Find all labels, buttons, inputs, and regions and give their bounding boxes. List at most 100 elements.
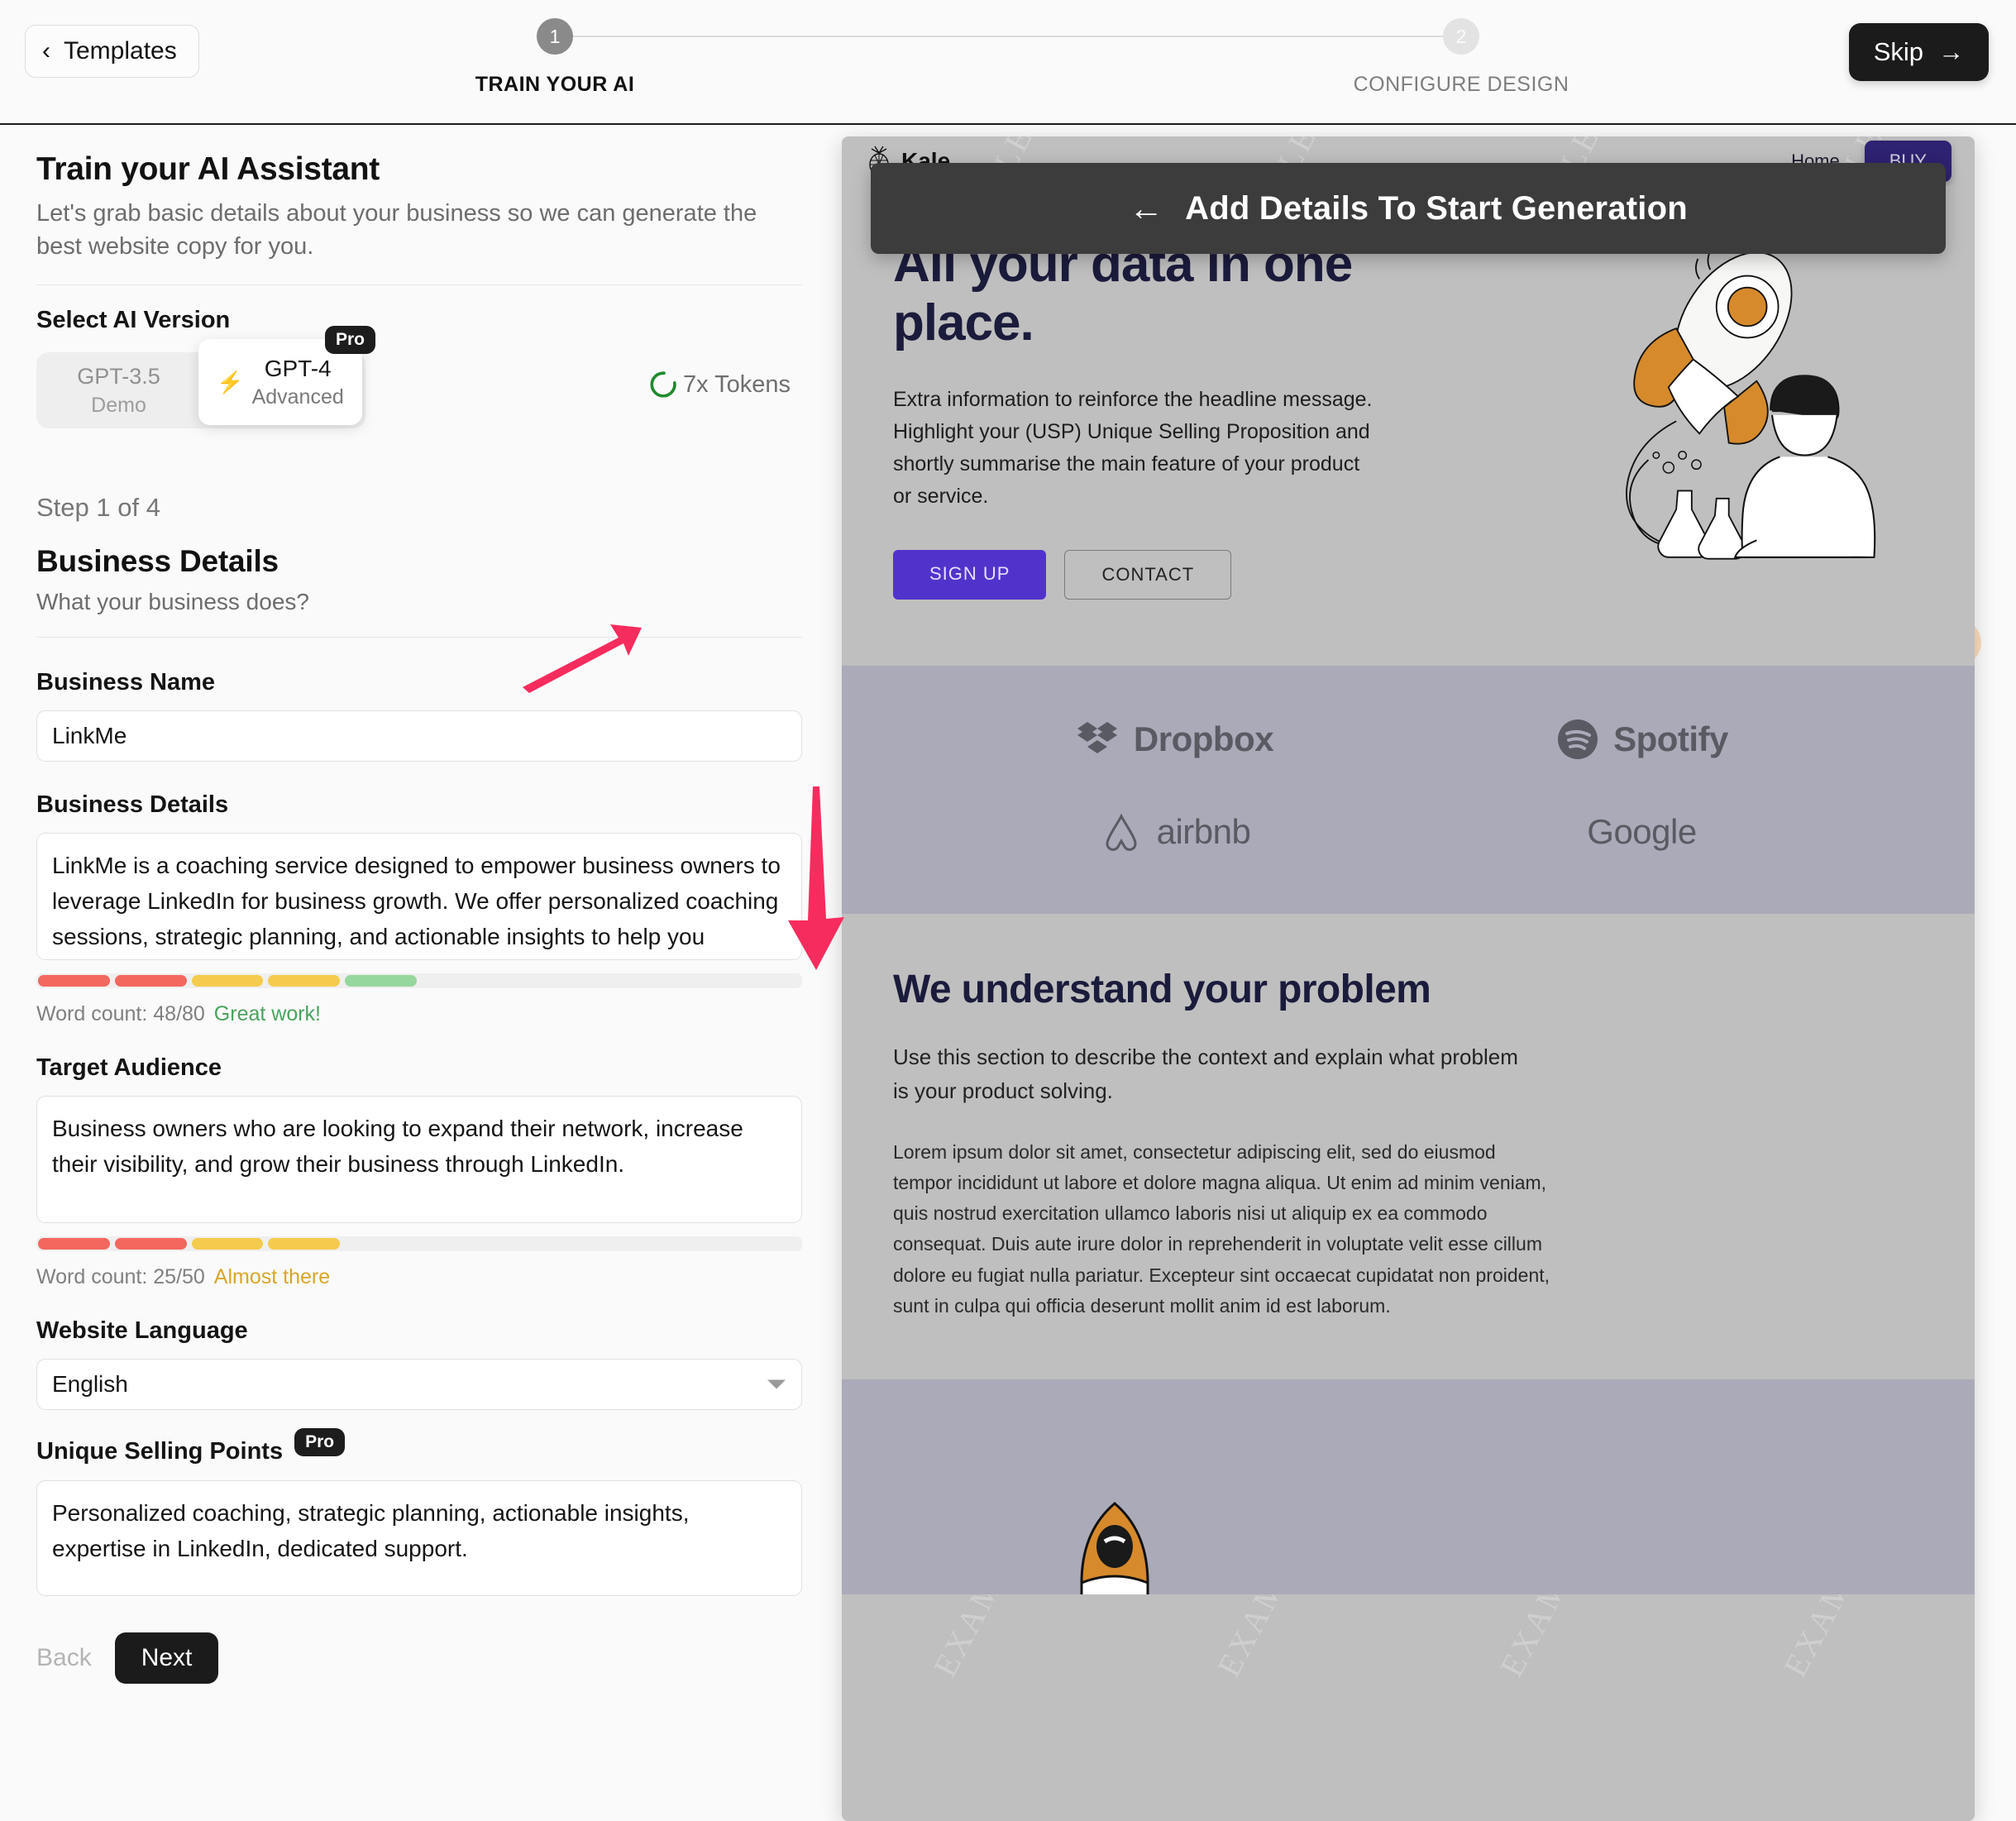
gpt35-name: GPT-3.5	[77, 363, 160, 389]
preview-hero-section: All your data in one place. Extra inform…	[842, 186, 1975, 667]
preview-logo-dropbox: Dropbox	[1076, 717, 1274, 762]
dropbox-icon	[1077, 722, 1117, 754]
preview-hero-paragraph: Extra information to reinforce the headl…	[893, 388, 1373, 508]
business-details-textarea[interactable]	[36, 833, 802, 961]
meter-cell	[114, 975, 187, 987]
unique-selling-points-label: Unique Selling Points	[36, 1438, 284, 1465]
banner-text: Add Details To Start Generation	[1185, 189, 1688, 227]
train-ai-form-pane: Train your AI Assistant Let's grab basic…	[0, 125, 837, 1821]
preview-band-heading	[1197, 1556, 1209, 1594]
meter-cell	[114, 1238, 187, 1250]
target-audience-hint: Almost there	[213, 1265, 331, 1289]
preview-logo-spotify: Spotify	[1555, 717, 1728, 762]
google-label: Google	[1587, 812, 1697, 852]
website-language-select[interactable]: English	[36, 1359, 802, 1411]
ai-version-selector: GPT-3.5 Demo ⚡ GPT-4 Advanced Pro 7x Tok…	[36, 326, 802, 429]
gpt35-tier: Demo	[91, 393, 146, 417]
preview-signup-button[interactable]: SIGN UP	[893, 550, 1047, 600]
target-audience-strength-meter	[36, 1236, 802, 1252]
meter-cell	[345, 975, 417, 987]
arrow-right-icon: →	[1938, 37, 1964, 66]
website-preview-panel[interactable]: EXAMPLEEXAMPLEEXAMPLEEXAMPLEEXAMPLEEXAMP…	[842, 136, 1975, 1821]
meter-cell	[422, 1238, 494, 1250]
meter-cell	[268, 1238, 341, 1250]
preview-problem-heading: We understand your problem	[893, 968, 1431, 1012]
business-name-label: Business Name	[36, 669, 215, 696]
unique-selling-points-textarea[interactable]	[36, 1480, 802, 1597]
target-audience-wordcount: Word count: 25/50 Almost there	[36, 1265, 802, 1289]
website-language-label: Website Language	[36, 1317, 248, 1345]
business-details-hint: Great work!	[213, 1002, 321, 1026]
business-name-input[interactable]	[36, 710, 802, 762]
meter-cell	[499, 1238, 571, 1250]
content-stage: Train your AI Assistant Let's grab basic…	[0, 125, 2016, 1821]
templates-back-button[interactable]: ‹ Templates	[25, 25, 199, 78]
rocket-and-scientist-illustration	[1625, 251, 1876, 560]
airbnb-label: airbnb	[1156, 812, 1251, 852]
spotify-icon	[1558, 719, 1598, 760]
form-footer: Back Next	[36, 1632, 802, 1685]
dropbox-label: Dropbox	[1133, 719, 1274, 759]
meter-cell	[38, 1238, 110, 1250]
select-ai-version-label: Select AI Version	[36, 307, 231, 334]
preview-problem-section: We understand your problem Use this sect…	[842, 914, 1975, 1379]
top-bar: ‹ Templates 1 2 TRAIN YOUR AI CONFIGURE …	[0, 0, 2016, 125]
tokens-label: 7x Tokens	[682, 370, 791, 398]
gpt4-name: GPT-4	[264, 355, 332, 381]
meter-cell	[268, 975, 341, 987]
back-button[interactable]: Back	[36, 1644, 92, 1672]
meter-cell	[576, 1238, 647, 1250]
meter-cell	[729, 975, 800, 987]
wizard-stepper: 1 2 TRAIN YOUR AI CONFIGURE DESIGN	[475, 18, 1569, 106]
business-details-wordcount: Word count: 48/80 Great work!	[36, 1002, 802, 1026]
page-title: Train your AI Assistant	[36, 151, 380, 187]
preview-problem-lead: Use this section to describe the context…	[893, 1044, 1518, 1104]
meter-cell	[652, 1238, 724, 1250]
next-button[interactable]: Next	[114, 1632, 219, 1685]
meter-cell	[345, 1238, 417, 1250]
usp-pro-badge: Pro	[294, 1428, 346, 1457]
preview-contact-button[interactable]: CONTACT	[1064, 550, 1232, 600]
stepper-connector-line	[570, 36, 1446, 37]
page-subtitle: Let's grab basic details about your busi…	[36, 200, 757, 260]
pro-badge: Pro	[324, 326, 375, 355]
tokens-indicator: 7x Tokens	[650, 370, 791, 399]
target-audience-count: Word count: 25/50	[36, 1265, 205, 1289]
meter-cell	[38, 975, 110, 987]
meter-cell	[576, 975, 647, 987]
spotify-label: Spotify	[1613, 719, 1728, 759]
skip-button[interactable]: Skip →	[1848, 23, 1989, 81]
meter-cell	[652, 975, 724, 987]
website-language-value: English	[52, 1371, 128, 1398]
add-details-banner[interactable]: ← Add Details To Start Generation	[871, 163, 1946, 254]
ai-version-gpt35-option[interactable]: GPT-3.5 Demo	[36, 352, 201, 428]
rocket-small-illustration	[1080, 1502, 1149, 1594]
step-1-circle[interactable]: 1	[537, 18, 573, 55]
meter-cell	[729, 1238, 800, 1250]
meter-cell	[422, 975, 494, 987]
preview-logos-section: Dropbox Spotify airbnb Google	[842, 666, 1975, 915]
ai-version-gpt4-option[interactable]: ⚡ GPT-4 Advanced Pro	[198, 326, 375, 426]
meter-cell	[499, 975, 571, 987]
business-details-count: Word count: 48/80	[36, 1002, 205, 1026]
section-subtitle: What your business does?	[36, 589, 309, 615]
skip-button-label: Skip	[1873, 37, 1923, 66]
divider	[36, 284, 802, 286]
step-1-label: TRAIN YOUR AI	[475, 73, 635, 96]
target-audience-textarea[interactable]	[36, 1096, 802, 1224]
airbnb-icon	[1106, 813, 1137, 852]
gpt4-tier: Advanced	[251, 385, 344, 409]
step-2-circle[interactable]: 2	[1443, 18, 1479, 55]
meter-cell	[191, 975, 264, 987]
token-arc-icon	[650, 371, 676, 398]
banner-arrow-left-icon: ←	[1129, 189, 1164, 227]
business-details-strength-meter	[36, 973, 802, 989]
step-2-label: CONFIGURE DESIGN	[1353, 73, 1569, 96]
preview-problem-body: Lorem ipsum dolor sit amet, consectetur …	[893, 1140, 1550, 1317]
divider-2	[36, 637, 802, 638]
templates-button-label: Templates	[64, 37, 177, 65]
lightning-bolt-icon: ⚡	[217, 369, 244, 394]
preview-bottom-band	[842, 1379, 1975, 1594]
meter-cell	[191, 1238, 264, 1250]
preview-hero-illustration	[1466, 236, 1923, 600]
